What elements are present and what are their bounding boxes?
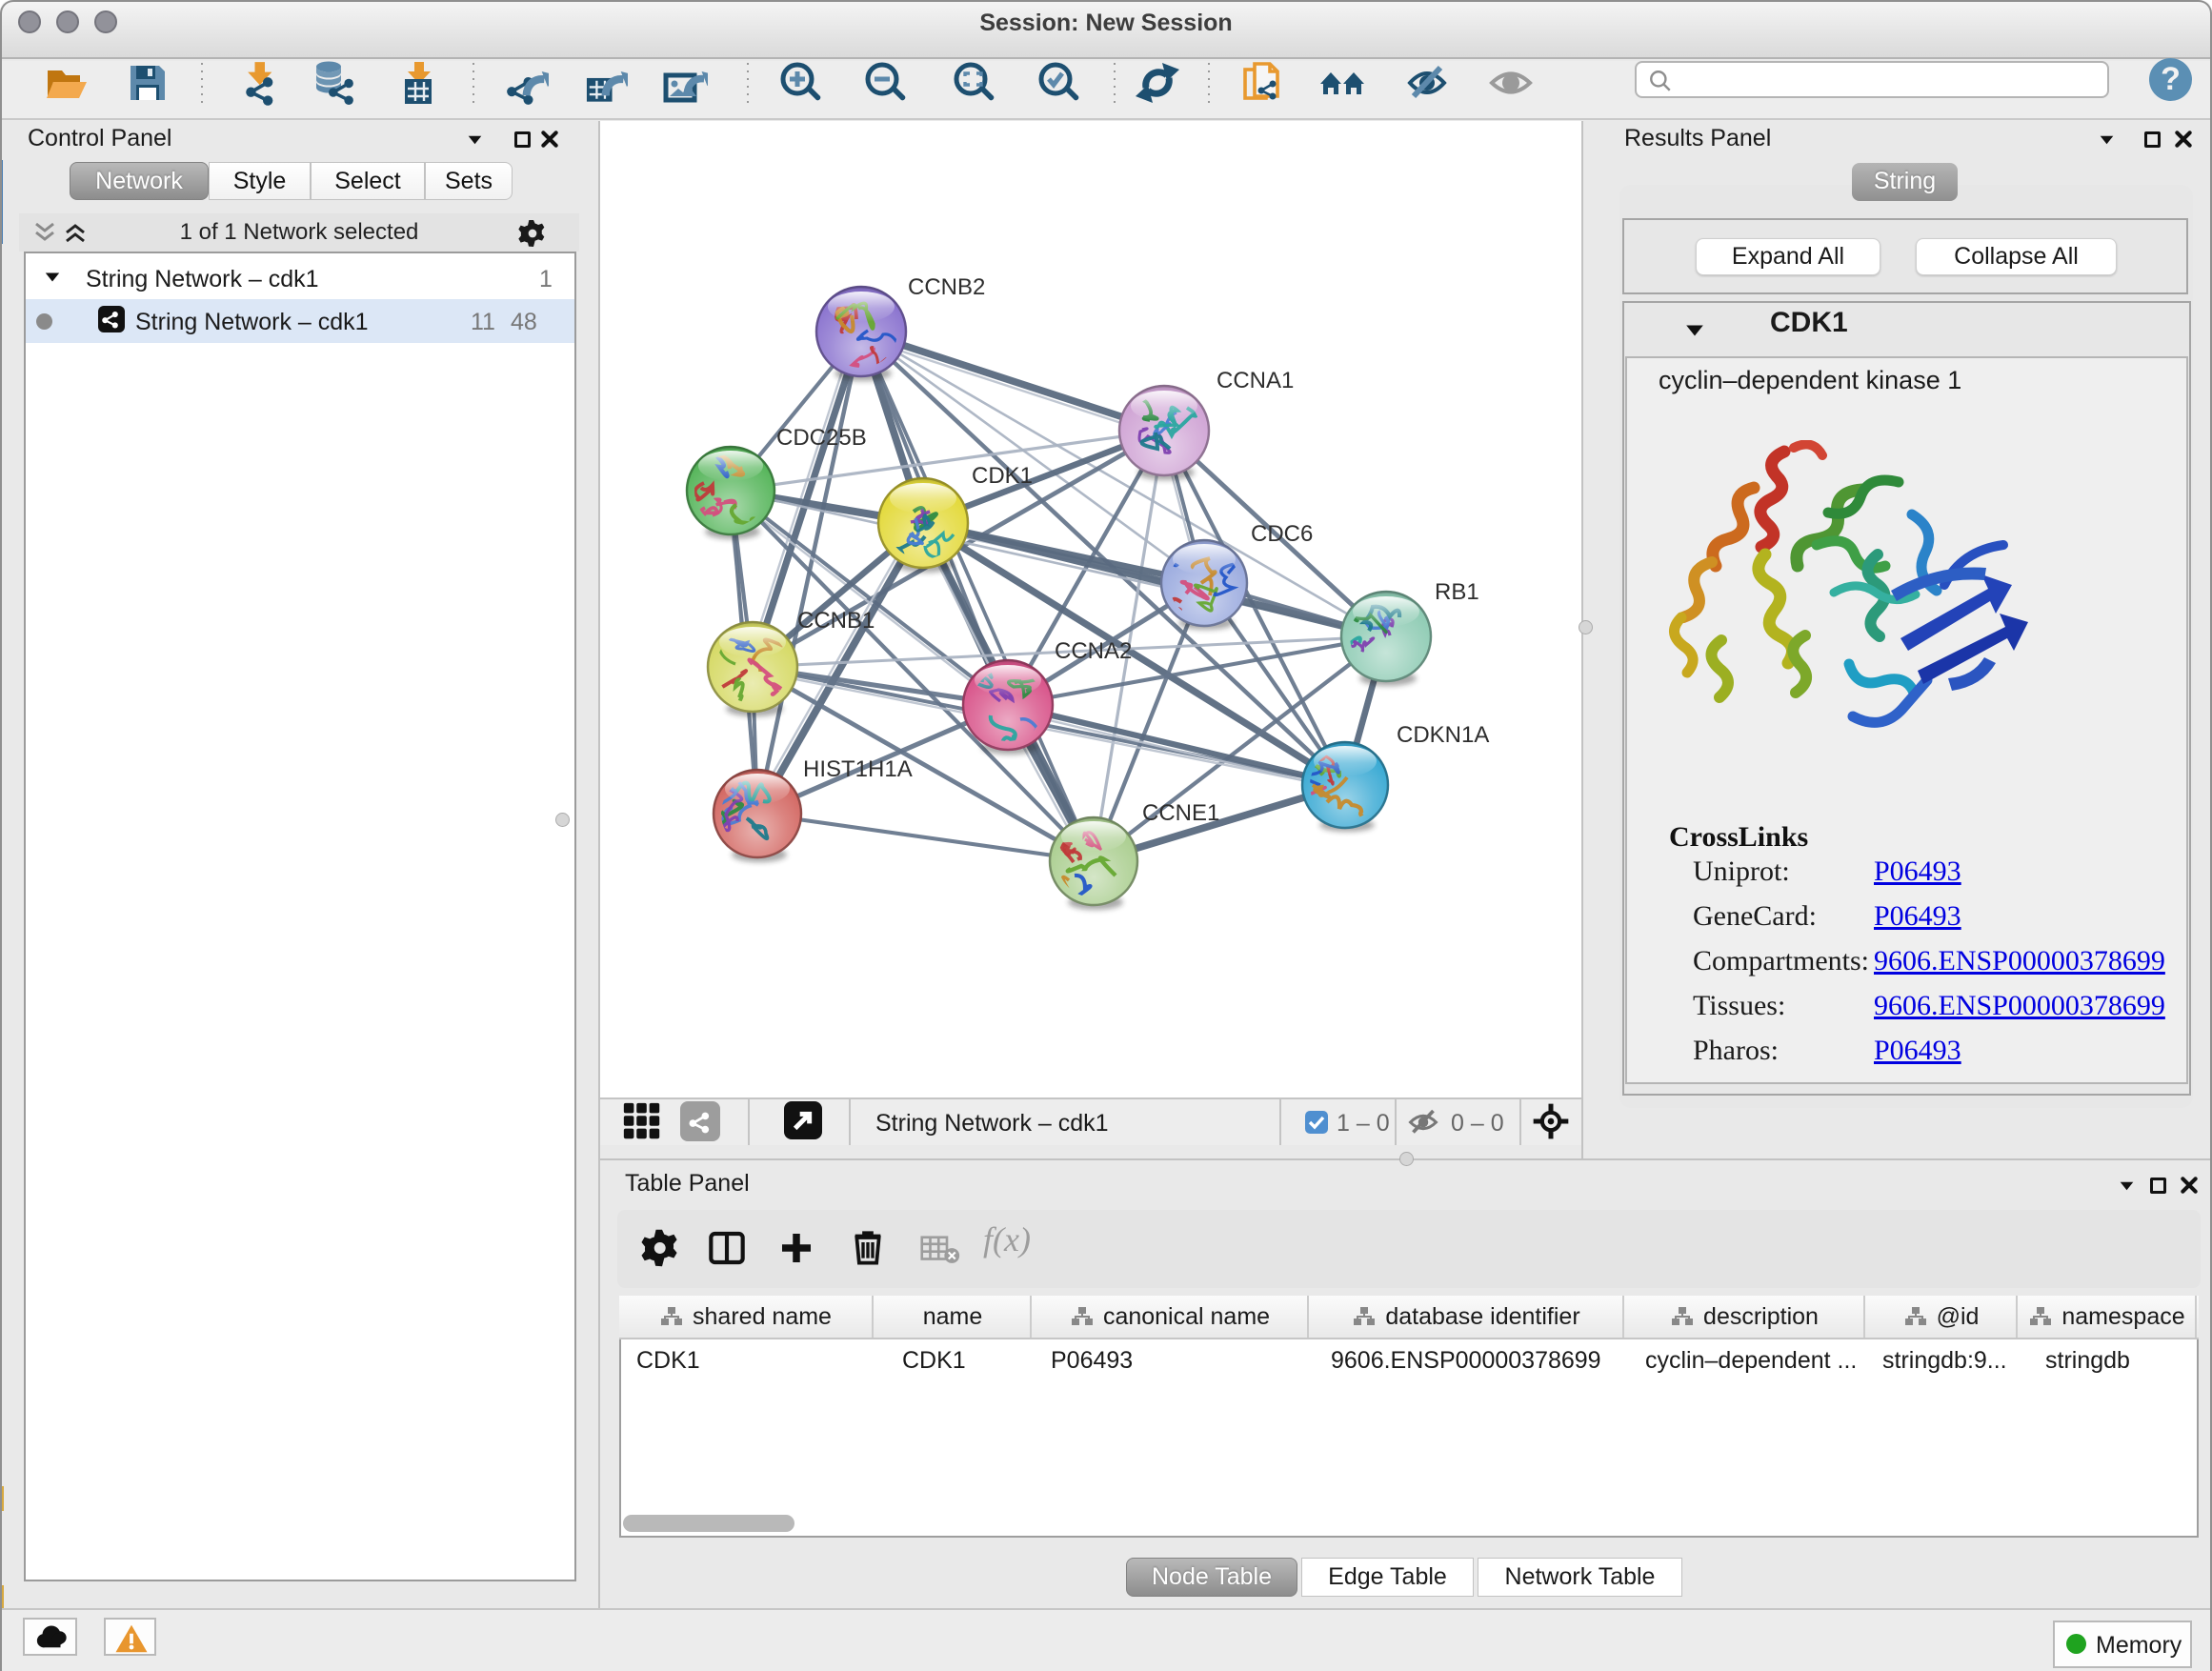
- svg-text:CCNE1: CCNE1: [1142, 800, 1219, 826]
- svg-text:CDC25B: CDC25B: [776, 425, 867, 451]
- svg-text:CCNA2: CCNA2: [1055, 638, 1132, 664]
- svg-text:CCNB1: CCNB1: [797, 608, 875, 634]
- svg-text:HIST1H1A: HIST1H1A: [803, 756, 913, 782]
- svg-text:CCNA1: CCNA1: [1217, 368, 1294, 393]
- svg-text:RB1: RB1: [1435, 579, 1479, 605]
- svg-text:CDK1: CDK1: [972, 463, 1033, 489]
- svg-text:CCNB2: CCNB2: [908, 274, 985, 300]
- svg-text:CDKN1A: CDKN1A: [1397, 722, 1489, 748]
- svg-text:CDC6: CDC6: [1251, 521, 1313, 547]
